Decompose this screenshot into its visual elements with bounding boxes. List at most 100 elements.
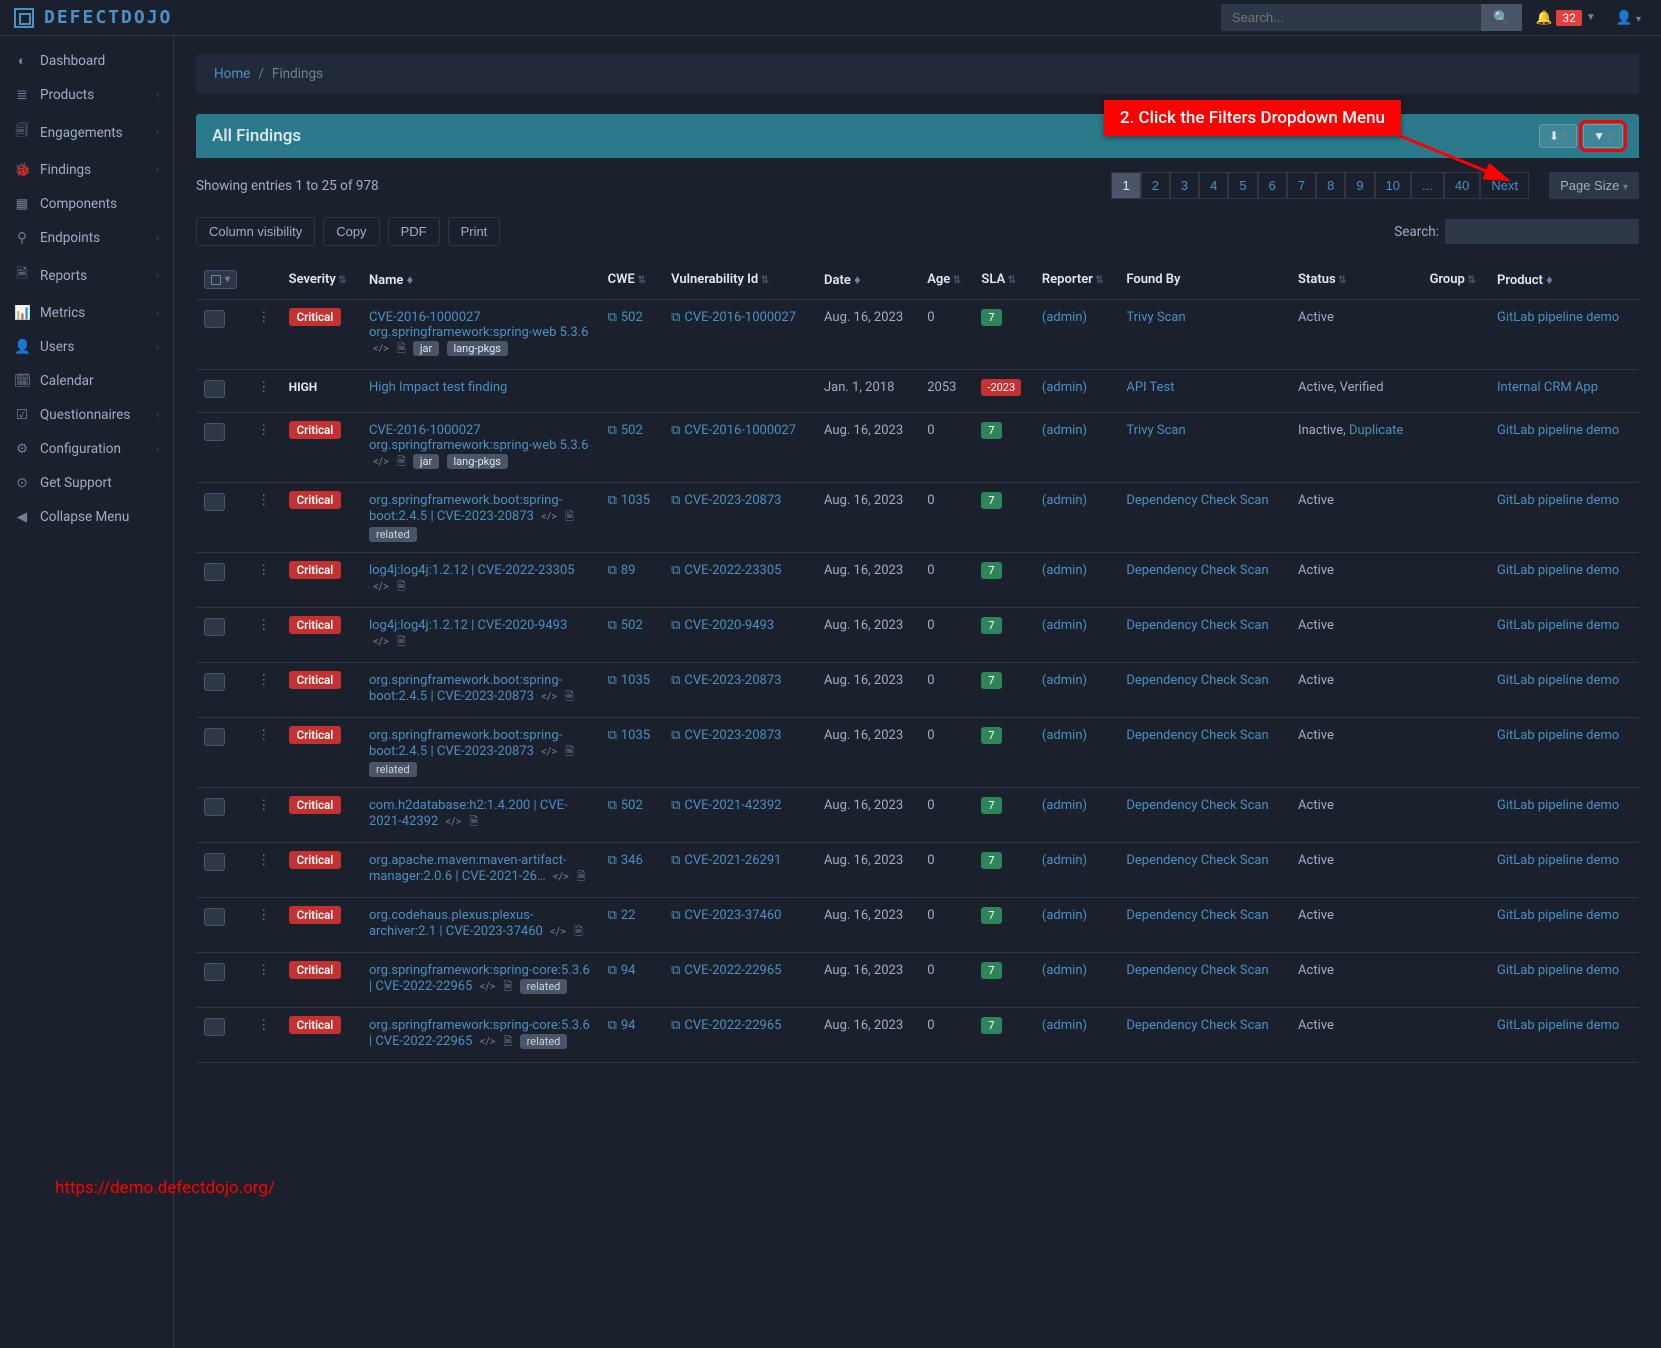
vuln-link[interactable]: CVE-2016-1000027: [684, 423, 796, 438]
cwe-link[interactable]: 502: [621, 423, 643, 438]
sidebar-item-metrics[interactable]: 📊Metrics›: [0, 296, 173, 330]
col-age[interactable]: Age: [919, 260, 973, 300]
search-input[interactable]: [1221, 4, 1481, 31]
vuln-link[interactable]: CVE-2023-37460: [684, 908, 781, 923]
product-link[interactable]: GitLab pipeline demo: [1497, 493, 1619, 508]
row-actions-menu[interactable]: ⋮: [257, 493, 270, 508]
found-by-link[interactable]: Dependency Check Scan: [1126, 963, 1268, 978]
table-search-input[interactable]: [1445, 219, 1639, 244]
cwe-link[interactable]: 502: [621, 310, 643, 325]
col-vuln[interactable]: Vulnerability Id: [663, 260, 816, 300]
sidebar-item-engagements[interactable]: 🗐Engagements›: [0, 112, 173, 153]
row-checkbox[interactable]: [204, 1018, 225, 1036]
row-actions-menu[interactable]: ⋮: [257, 618, 270, 633]
col-reporter[interactable]: Reporter: [1034, 260, 1118, 300]
row-checkbox[interactable]: [204, 853, 225, 871]
reporter-link[interactable]: (admin): [1042, 380, 1087, 395]
finding-name-link[interactable]: log4j:log4j:1.2.12 | CVE-2022-23305: [369, 563, 575, 578]
reporter-link[interactable]: (admin): [1042, 853, 1087, 868]
cwe-link[interactable]: 22: [621, 908, 636, 923]
col-sla[interactable]: SLA: [973, 260, 1034, 300]
reporter-link[interactable]: (admin): [1042, 618, 1087, 633]
row-actions-menu[interactable]: ⋮: [257, 563, 270, 578]
filters-dropdown-button[interactable]: ▼ ▾: [1583, 124, 1623, 148]
row-actions-menu[interactable]: ⋮: [257, 728, 270, 743]
sidebar-item-endpoints[interactable]: ⚲Endpoints›: [0, 221, 173, 255]
row-checkbox[interactable]: [204, 493, 225, 511]
reporter-link[interactable]: (admin): [1042, 1018, 1087, 1033]
sidebar-item-reports[interactable]: 🗎Reports›: [0, 255, 173, 296]
download-button[interactable]: ⬇ ▾: [1539, 124, 1577, 148]
product-link[interactable]: GitLab pipeline demo: [1497, 563, 1619, 578]
page-8[interactable]: 8: [1316, 172, 1345, 199]
row-actions-menu[interactable]: ⋮: [257, 673, 270, 688]
vuln-link[interactable]: CVE-2021-26291: [684, 853, 781, 868]
notifications-menu[interactable]: 🔔 32 ▼: [1528, 10, 1604, 26]
select-all-checkbox[interactable]: ▾: [204, 270, 237, 289]
sidebar-item-get-support[interactable]: ⊙Get Support: [0, 466, 173, 500]
copy-button[interactable]: Copy: [323, 217, 379, 246]
cwe-link[interactable]: 1035: [621, 493, 650, 508]
cwe-link[interactable]: 1035: [621, 673, 650, 688]
reporter-link[interactable]: (admin): [1042, 728, 1087, 743]
page-5[interactable]: 5: [1228, 172, 1257, 199]
reporter-link[interactable]: (admin): [1042, 310, 1087, 325]
breadcrumb-home[interactable]: Home: [214, 66, 250, 82]
finding-name-link[interactable]: org.springframework.boot:spring-boot:2.4…: [369, 728, 562, 759]
row-checkbox[interactable]: [204, 618, 225, 636]
col-status[interactable]: Status: [1290, 260, 1422, 300]
cwe-link[interactable]: 89: [621, 563, 636, 578]
row-actions-menu[interactable]: ⋮: [257, 310, 270, 325]
finding-name-link[interactable]: org.codehaus.plexus:plexus-archiver:2.1 …: [369, 908, 543, 939]
found-by-link[interactable]: Dependency Check Scan: [1126, 728, 1268, 743]
product-link[interactable]: GitLab pipeline demo: [1497, 908, 1619, 923]
cwe-link[interactable]: 94: [621, 963, 636, 978]
product-link[interactable]: GitLab pipeline demo: [1497, 673, 1619, 688]
finding-name-link[interactable]: CVE-2016-1000027 org.springframework:spr…: [369, 423, 588, 453]
page-3[interactable]: 3: [1170, 172, 1199, 199]
cwe-link[interactable]: 502: [621, 798, 643, 813]
row-actions-menu[interactable]: ⋮: [257, 853, 270, 868]
reporter-link[interactable]: (admin): [1042, 798, 1087, 813]
product-link[interactable]: GitLab pipeline demo: [1497, 310, 1619, 325]
found-by-link[interactable]: Dependency Check Scan: [1126, 673, 1268, 688]
page-2[interactable]: 2: [1141, 172, 1170, 199]
row-checkbox[interactable]: [204, 728, 225, 746]
cwe-link[interactable]: 346: [621, 853, 643, 868]
found-by-link[interactable]: Dependency Check Scan: [1126, 798, 1268, 813]
reporter-link[interactable]: (admin): [1042, 673, 1087, 688]
sidebar-item-components[interactable]: ▦Components: [0, 187, 173, 221]
product-link[interactable]: Internal CRM App: [1497, 380, 1598, 395]
col-found-by[interactable]: Found By: [1118, 260, 1290, 300]
product-link[interactable]: GitLab pipeline demo: [1497, 963, 1619, 978]
reporter-link[interactable]: (admin): [1042, 493, 1087, 508]
vuln-link[interactable]: CVE-2022-22965: [684, 963, 781, 978]
cwe-link[interactable]: 502: [621, 618, 643, 633]
finding-name-link[interactable]: org.apache.maven:maven-artifact-manager:…: [369, 853, 567, 884]
row-checkbox[interactable]: [204, 380, 225, 398]
row-actions-menu[interactable]: ⋮: [257, 1018, 270, 1033]
page-4[interactable]: 4: [1199, 172, 1228, 199]
product-link[interactable]: GitLab pipeline demo: [1497, 423, 1619, 438]
row-actions-menu[interactable]: ⋮: [257, 963, 270, 978]
product-link[interactable]: GitLab pipeline demo: [1497, 1018, 1619, 1033]
cwe-link[interactable]: 1035: [621, 728, 650, 743]
vuln-link[interactable]: CVE-2020-9493: [684, 618, 774, 633]
page-9[interactable]: 9: [1345, 172, 1374, 199]
row-checkbox[interactable]: [204, 423, 225, 441]
sidebar-item-calendar[interactable]: 🗓Calendar: [0, 364, 173, 398]
finding-name-link[interactable]: org.springframework.boot:spring-boot:2.4…: [369, 493, 562, 524]
row-checkbox[interactable]: [204, 798, 225, 816]
col-date[interactable]: Date ♦: [816, 260, 919, 300]
page-7[interactable]: 7: [1287, 172, 1316, 199]
brand-logo[interactable]: DEFECTDOJO: [14, 7, 172, 28]
print-button[interactable]: Print: [448, 217, 501, 246]
found-by-link[interactable]: Trivy Scan: [1126, 310, 1185, 325]
finding-name-link[interactable]: log4j:log4j:1.2.12 | CVE-2020-9493: [369, 618, 567, 633]
row-actions-menu[interactable]: ⋮: [257, 798, 270, 813]
col-name[interactable]: Name ♦: [361, 260, 600, 300]
finding-name-link[interactable]: org.springframework.boot:spring-boot:2.4…: [369, 673, 562, 704]
sidebar-item-configuration[interactable]: ⚙Configuration›: [0, 432, 173, 466]
vuln-link[interactable]: CVE-2023-20873: [684, 493, 781, 508]
row-checkbox[interactable]: [204, 673, 225, 691]
